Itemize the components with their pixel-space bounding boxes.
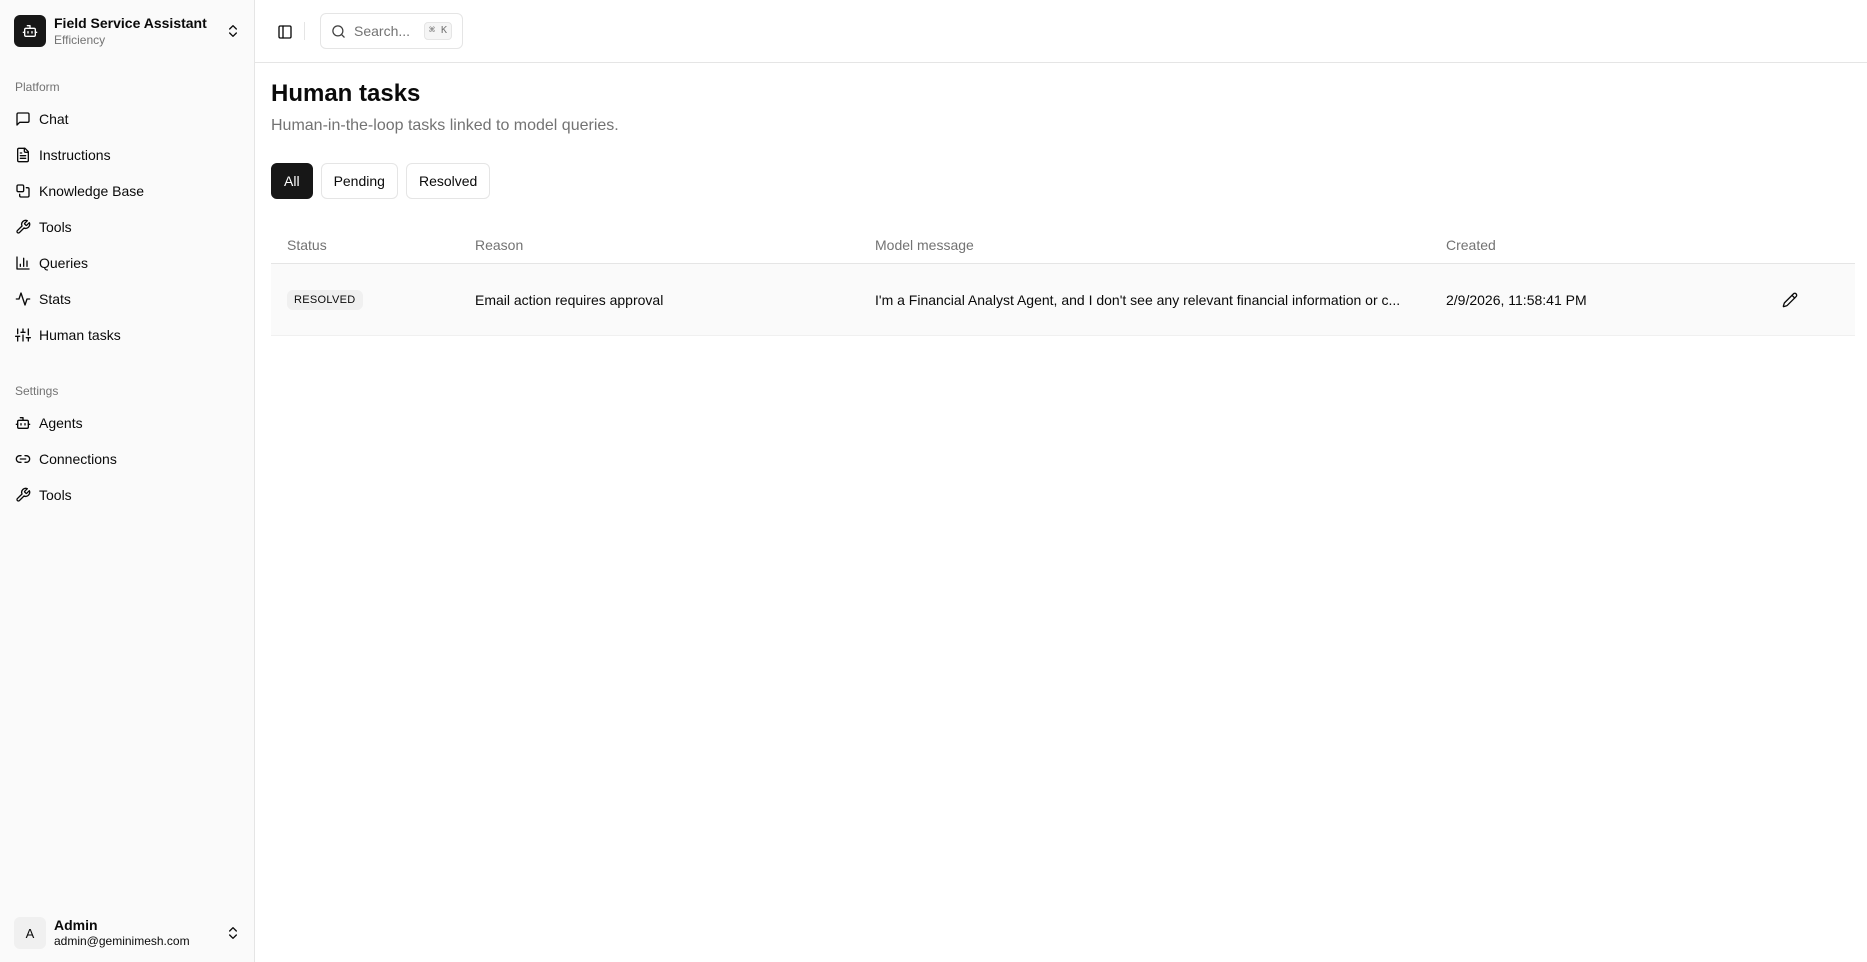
sidebar-item-instructions[interactable]: Instructions (8, 137, 247, 173)
table-row[interactable]: RESOLVED Email action requires approval … (271, 264, 1855, 336)
search-input[interactable]: Search... ⌘ K (320, 13, 463, 49)
sidebar-item-label: Tools (39, 219, 72, 235)
sidebar-item-label: Agents (39, 415, 83, 431)
sidebar-toggle-button[interactable] (271, 18, 299, 46)
header-divider (304, 22, 305, 40)
chevrons-up-down-icon (229, 25, 237, 37)
search-placeholder: Search... (354, 23, 411, 39)
filter-all-button[interactable]: All (271, 163, 313, 199)
sidebar-item-agents[interactable]: Agents (8, 405, 247, 441)
filter-resolved-button[interactable]: Resolved (405, 163, 491, 199)
sidebar-item-label: Human tasks (39, 327, 121, 343)
platform-nav: Chat Instructions Knowledge Base Tools Q… (8, 101, 247, 353)
column-status: Status (287, 236, 327, 253)
edit-task-button[interactable] (1776, 286, 1804, 314)
sidebar-item-human-tasks[interactable]: Human tasks (8, 317, 247, 353)
sidebar-item-stats[interactable]: Stats (8, 281, 247, 317)
bot-icon (15, 417, 31, 429)
top-header: Search... ⌘ K (255, 0, 1867, 63)
reason-cell: Email action requires approval (475, 291, 664, 308)
search-shortcut: ⌘ K (423, 22, 452, 40)
sidebar-item-chat[interactable]: Chat (8, 101, 247, 137)
message-square-icon (16, 112, 30, 126)
status-badge: RESOLVED (287, 289, 363, 310)
workspace-title: Field Service Assistant (54, 14, 207, 31)
model-message-cell: I'm a Financial Analyst Agent, and I don… (875, 291, 1401, 308)
column-reason: Reason (475, 236, 524, 253)
sidebar-item-connections[interactable]: Connections (8, 441, 247, 477)
user-menu[interactable]: A Admin admin@geminimesh.com (8, 910, 247, 956)
sidebar-item-label: Queries (39, 255, 89, 271)
avatar: A (14, 917, 46, 949)
bar-chart-icon (16, 256, 30, 270)
user-email: admin@geminimesh.com (54, 934, 190, 949)
sidebar-item-label: Chat (39, 111, 69, 127)
table-header: Status Reason Model message Created (271, 226, 1855, 264)
activity-icon (15, 292, 31, 306)
user-name: Admin (54, 916, 98, 933)
sidebar-item-label: Knowledge Base (39, 183, 145, 199)
sidebar-item-label: Connections (39, 451, 117, 467)
actions-cell (1768, 286, 1855, 314)
settings-nav: Agents Connections Tools (8, 405, 247, 513)
sidebar-item-tools[interactable]: Tools (8, 209, 247, 245)
platform-group-label: Platform (15, 80, 60, 94)
settings-group-label: Settings (15, 384, 59, 398)
sidebar-item-knowledge-base[interactable]: Knowledge Base (8, 173, 247, 209)
page-subtitle: Human-in-the-loop tasks linked to model … (271, 117, 619, 134)
sidebar-item-label: Instructions (39, 147, 111, 163)
chevrons-up-down-icon (229, 927, 237, 939)
file-text-icon (17, 147, 29, 163)
created-cell: 2/9/2026, 11:58:41 PM (1446, 291, 1587, 308)
sidebar-item-label: Stats (39, 291, 71, 307)
status-filter-group: All Pending Resolved (271, 163, 491, 199)
workspace-subtitle: Efficiency (54, 32, 106, 47)
library-icon (16, 184, 30, 198)
sidebar-item-settings-tools[interactable]: Tools (8, 477, 247, 513)
pencil-icon (1782, 292, 1798, 307)
wrench-icon (16, 487, 31, 502)
panel-left-icon (278, 25, 292, 39)
link-icon (15, 455, 31, 463)
search-icon (332, 24, 345, 38)
workspace-switcher[interactable]: Field Service Assistant Efficiency (8, 8, 247, 54)
filter-pending-button[interactable]: Pending (320, 163, 398, 199)
sidebar-item-label: Tools (39, 487, 72, 503)
column-created: Created (1446, 236, 1496, 253)
page-title: Human tasks (271, 80, 421, 107)
bot-icon (14, 15, 46, 47)
human-tasks-table: Status Reason Model message Created RESO… (271, 226, 1855, 336)
sidebar: Field Service Assistant Efficiency Platf… (0, 0, 255, 962)
column-model-message: Model message (875, 236, 974, 253)
sidebar-item-queries[interactable]: Queries (8, 245, 247, 281)
status-cell: RESOLVED (271, 289, 467, 310)
sliders-icon (15, 328, 31, 342)
wrench-icon (16, 219, 31, 234)
